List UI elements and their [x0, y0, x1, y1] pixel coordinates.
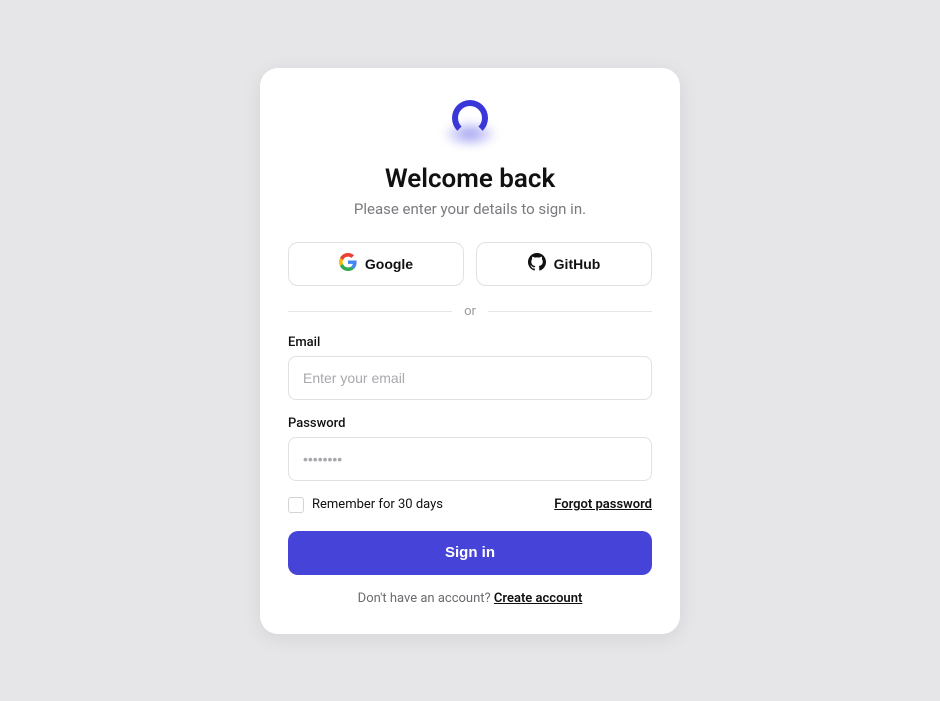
- page-title: Welcome back: [288, 164, 652, 194]
- footer: Don't have an account? Create account: [288, 591, 652, 606]
- github-button-label: GitHub: [554, 256, 601, 272]
- github-signin-button[interactable]: GitHub: [476, 242, 652, 286]
- google-icon: [339, 253, 357, 274]
- divider: or: [288, 304, 652, 319]
- social-buttons-row: Google GitHub: [288, 242, 652, 286]
- signin-button[interactable]: Sign in: [288, 531, 652, 575]
- divider-text: or: [464, 304, 476, 319]
- password-input[interactable]: [288, 437, 652, 481]
- create-account-link[interactable]: Create account: [494, 591, 582, 606]
- options-row: Remember for 30 days Forgot password: [288, 497, 652, 513]
- forgot-password-link[interactable]: Forgot password: [554, 497, 652, 512]
- logo-ring-icon: [452, 100, 488, 136]
- google-button-label: Google: [365, 256, 413, 272]
- email-label: Email: [288, 335, 652, 350]
- divider-line-right: [488, 311, 652, 312]
- email-input[interactable]: [288, 356, 652, 400]
- footer-prompt: Don't have an account?: [358, 591, 494, 606]
- logo: [288, 100, 652, 144]
- page-subtitle: Please enter your details to sign in.: [288, 200, 652, 218]
- email-field-group: Email: [288, 335, 652, 400]
- github-icon: [528, 253, 546, 274]
- remember-label: Remember for 30 days: [312, 497, 443, 512]
- password-label: Password: [288, 416, 652, 431]
- google-signin-button[interactable]: Google: [288, 242, 464, 286]
- divider-line-left: [288, 311, 452, 312]
- signin-card: Welcome back Please enter your details t…: [260, 68, 680, 634]
- remember-checkbox-wrap: Remember for 30 days: [288, 497, 443, 513]
- password-field-group: Password: [288, 416, 652, 481]
- remember-checkbox[interactable]: [288, 497, 304, 513]
